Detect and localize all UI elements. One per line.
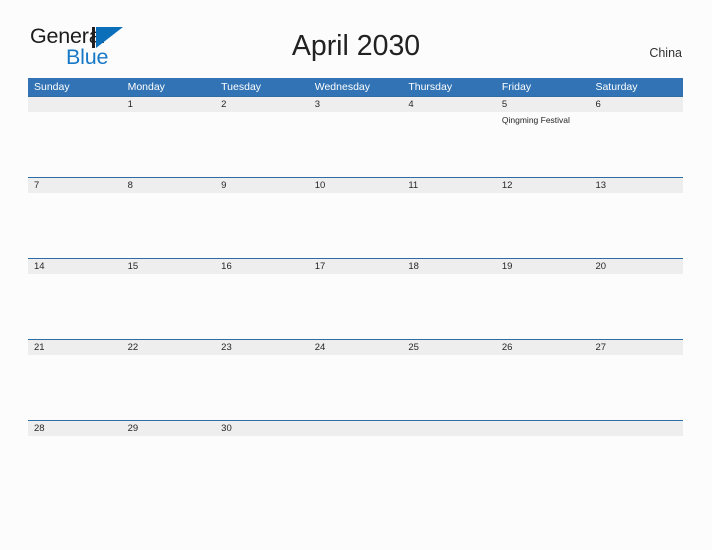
day-number: 16 — [221, 261, 232, 272]
weekday-header-monday: Monday — [127, 81, 165, 93]
page-header: General Blue April 2030 China — [0, 0, 712, 67]
weekday-header-wednesday: Wednesday — [314, 81, 370, 93]
day-number: 24 — [314, 342, 326, 353]
week-cells: 14 15 16 17 18 19 20 — [28, 259, 683, 339]
calendar-day-cell-empty — [28, 97, 122, 177]
week-cells: 1 2 3 4 5 Qingming Festival 6 — [28, 97, 683, 177]
day-number: 4 — [408, 99, 414, 110]
calendar-day-cell[interactable]: 9 — [215, 178, 309, 258]
calendar-day-cell[interactable]: 25 — [402, 340, 496, 420]
calendar-day-cell-empty — [402, 421, 496, 460]
calendar-day-cell[interactable]: 20 — [589, 259, 683, 339]
week-cells: 28 29 30 — [28, 421, 683, 460]
day-number: 12 — [501, 180, 513, 191]
day-number: 20 — [595, 261, 607, 272]
day-number: 27 — [595, 342, 607, 353]
calendar-day-cell[interactable]: 11 — [402, 178, 496, 258]
calendar-day-cell[interactable]: 23 — [215, 340, 309, 420]
calendar-day-cell[interactable]: 1 — [122, 97, 216, 177]
calendar-day-cell[interactable]: 15 — [122, 259, 216, 339]
day-number: 28 — [34, 423, 45, 434]
day-number: 5 — [501, 99, 508, 110]
calendar-table: Sunday Monday Tuesday Wednesday Thursday… — [28, 78, 683, 460]
calendar-weeks: 1 2 3 4 5 Qingming Festival 6 7 8 9 10 11 12 13 14 15 16… — [28, 96, 683, 460]
day-number: 13 — [595, 180, 607, 191]
calendar-day-cell-empty — [309, 421, 403, 460]
calendar-week-row: 7 8 9 10 11 12 13 — [28, 177, 683, 258]
calendar-day-cell[interactable]: 17 — [309, 259, 403, 339]
weekday-header-saturday: Saturday — [595, 81, 638, 93]
day-event-label: Qingming Festival — [501, 115, 570, 125]
day-number: 7 — [34, 180, 40, 191]
calendar-weekday-header: Sunday Monday Tuesday Wednesday Thursday… — [28, 78, 683, 96]
calendar-day-cell[interactable]: 26 — [496, 340, 590, 420]
calendar-day-cell[interactable]: 4 — [402, 97, 496, 177]
calendar-day-cell[interactable]: 3 — [309, 97, 403, 177]
calendar-day-cell[interactable]: 14 — [28, 259, 122, 339]
day-number: 21 — [34, 342, 45, 353]
day-number: 10 — [314, 180, 326, 191]
day-number: 9 — [221, 180, 227, 191]
calendar-week-row: 14 15 16 17 18 19 20 — [28, 258, 683, 339]
weekday-header-sunday: Sunday — [34, 81, 70, 93]
calendar-day-cell[interactable]: 19 — [496, 259, 590, 339]
day-number: 26 — [501, 342, 513, 353]
calendar-day-cell[interactable]: 13 — [589, 178, 683, 258]
calendar-day-cell[interactable]: 30 — [215, 421, 309, 460]
day-number: 14 — [34, 261, 45, 272]
calendar-day-cell[interactable]: 24 — [309, 340, 403, 420]
day-number: 30 — [221, 423, 232, 434]
calendar-day-cell[interactable]: 27 — [589, 340, 683, 420]
locale-label: China — [649, 46, 682, 60]
day-number: 17 — [314, 261, 326, 272]
day-number: 1 — [127, 99, 133, 110]
day-events: Qingming Festival — [502, 112, 590, 126]
calendar-week-row: 1 2 3 4 5 Qingming Festival 6 — [28, 96, 683, 177]
calendar-day-cell-empty — [589, 421, 683, 460]
weekday-header-tuesday: Tuesday — [221, 81, 262, 93]
calendar-day-cell[interactable]: 21 — [28, 340, 122, 420]
weekday-header-thursday: Thursday — [408, 81, 453, 93]
calendar-week-row: 28 29 30 — [28, 420, 683, 460]
calendar-day-cell[interactable]: 2 — [215, 97, 309, 177]
day-number: 22 — [127, 342, 139, 353]
day-number: 15 — [127, 261, 139, 272]
calendar-week-row: 21 22 23 24 25 26 27 — [28, 339, 683, 420]
day-number: 18 — [408, 261, 419, 272]
week-cells: 21 22 23 24 25 26 27 — [28, 340, 683, 420]
day-number: 2 — [221, 99, 227, 110]
day-number: 19 — [501, 261, 513, 272]
day-number: 11 — [408, 180, 419, 191]
calendar-day-cell[interactable]: 7 — [28, 178, 122, 258]
day-number: 8 — [127, 180, 133, 191]
calendar-day-cell[interactable]: 29 — [122, 421, 216, 460]
calendar-day-cell[interactable]: 28 — [28, 421, 122, 460]
day-number: 6 — [595, 99, 601, 110]
calendar-day-cell[interactable]: 6 — [589, 97, 683, 177]
calendar-day-cell[interactable]: 10 — [309, 178, 403, 258]
calendar-day-cell[interactable]: 12 — [496, 178, 590, 258]
weekday-header-friday: Friday — [501, 81, 532, 93]
day-number: 25 — [408, 342, 419, 353]
calendar-day-cell[interactable]: 8 — [122, 178, 216, 258]
week-cells: 7 8 9 10 11 12 13 — [28, 178, 683, 258]
calendar-day-cell[interactable]: 22 — [122, 340, 216, 420]
calendar-day-cell[interactable]: 16 — [215, 259, 309, 339]
page-title: April 2030 — [291, 30, 421, 62]
calendar-day-cell-empty — [496, 421, 590, 460]
day-number: 3 — [314, 99, 321, 110]
day-number: 23 — [221, 342, 232, 353]
calendar-day-cell[interactable]: 5 Qingming Festival — [496, 97, 590, 177]
day-number: 29 — [127, 423, 139, 434]
calendar-day-cell[interactable]: 18 — [402, 259, 496, 339]
